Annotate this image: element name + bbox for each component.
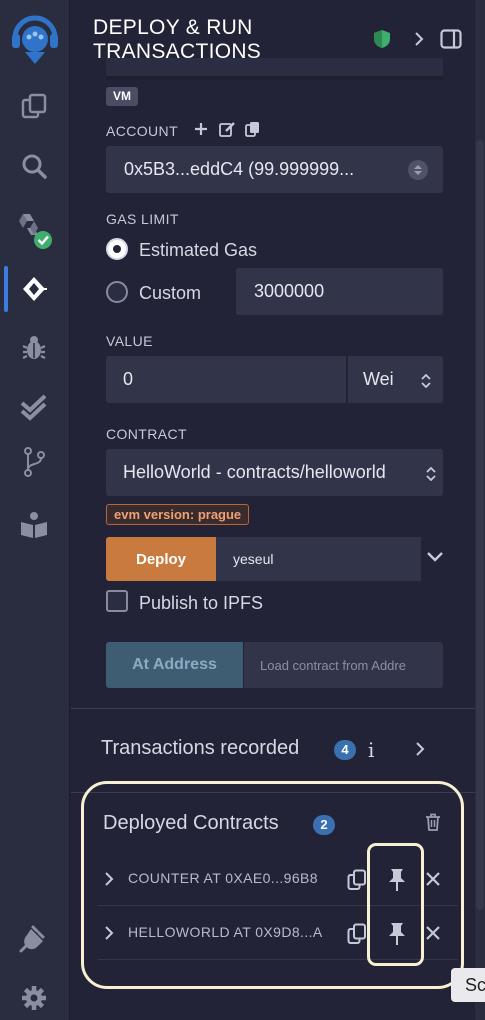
- icon-rail: [0, 0, 70, 1020]
- value-label: VALUE: [106, 333, 153, 349]
- tooltip: Sc: [451, 968, 485, 1002]
- add-account-icon[interactable]: [193, 121, 209, 142]
- gas-limit-label: GAS LIMIT: [106, 211, 179, 227]
- value-amount: 0: [123, 369, 134, 389]
- plugin-manager-icon[interactable]: [14, 918, 54, 958]
- custom-gas-label: Custom: [139, 283, 202, 303]
- git-icon[interactable]: [14, 442, 54, 482]
- contract-label: CONTRACT: [106, 426, 187, 442]
- chevron-right-icon[interactable]: [104, 925, 114, 946]
- file-explorer-icon[interactable]: [14, 86, 54, 126]
- active-indicator: [4, 266, 8, 312]
- contract-dropdown-icon: [426, 465, 436, 486]
- transactions-count-badge: 4: [334, 740, 356, 760]
- solidity-compiler-icon[interactable]: [14, 210, 54, 250]
- panel-title-line1: DEPLOY & RUN: [93, 16, 253, 39]
- deploy-args-value: yeseul: [233, 551, 274, 567]
- account-dropdown-icon: [408, 160, 428, 180]
- at-address-placeholder: Load contract from Addre: [260, 657, 406, 673]
- deployed-contract-row[interactable]: COUNTER AT 0XAE0...96B8: [98, 854, 458, 906]
- estimated-gas-radio[interactable]: [106, 238, 128, 260]
- publish-ipfs-checkbox[interactable]: [106, 590, 128, 612]
- trash-icon[interactable]: [425, 813, 441, 836]
- value-unit-select[interactable]: Wei: [348, 356, 443, 403]
- contract-select[interactable]: HelloWorld - contracts/helloworld: [106, 449, 443, 496]
- contract-name: HELLOWORLD AT 0X9D8...A: [128, 924, 323, 940]
- pin-icon[interactable]: [387, 868, 407, 897]
- deployed-count-badge: 2: [313, 815, 335, 835]
- edit-account-icon[interactable]: [219, 121, 236, 142]
- shield-icon[interactable]: [371, 28, 393, 50]
- deploy-expand-icon[interactable]: [426, 550, 444, 569]
- custom-gas-value: 3000000: [254, 281, 325, 301]
- info-icon[interactable]: i: [368, 738, 374, 762]
- chevron-right-icon[interactable]: [408, 28, 430, 50]
- deploy-run-panel: DEPLOY & RUN TRANSACTIONS VM ACCOUNT 0x5…: [71, 0, 475, 1020]
- close-icon[interactable]: [425, 925, 441, 946]
- chevron-right-icon[interactable]: [104, 871, 114, 892]
- environment-select[interactable]: [106, 58, 443, 80]
- testing-icon[interactable]: [14, 388, 54, 428]
- estimated-gas-label: Estimated Gas: [139, 240, 258, 260]
- value-input[interactable]: 0: [106, 356, 346, 403]
- deploy-args-input[interactable]: yeseul: [216, 537, 421, 581]
- learn-icon[interactable]: [14, 505, 54, 545]
- at-address-button[interactable]: At Address: [106, 642, 243, 688]
- remix-logo-icon[interactable]: [8, 12, 62, 66]
- vm-badge: VM: [106, 87, 138, 106]
- contract-name: COUNTER AT 0XAE0...96B8: [128, 870, 318, 886]
- divider: [71, 792, 475, 793]
- copy-address-icon[interactable]: [347, 923, 367, 950]
- account-value: 0x5B3...eddC4 (99.999999...: [124, 159, 355, 179]
- value-unit: Wei: [363, 369, 394, 389]
- close-icon[interactable]: [425, 871, 441, 892]
- publish-ipfs-label: Publish to IPFS: [139, 593, 264, 613]
- transactions-recorded-label[interactable]: Transactions recorded: [101, 737, 299, 760]
- deployed-contracts-label: Deployed Contracts: [103, 812, 279, 834]
- panel-toggle-icon[interactable]: [440, 28, 462, 50]
- scrollbar-thumb[interactable]: [476, 140, 484, 910]
- account-select[interactable]: 0x5B3...eddC4 (99.999999...: [106, 146, 443, 193]
- pin-icon[interactable]: [387, 922, 407, 951]
- deploy-run-icon[interactable]: [14, 269, 54, 309]
- copy-address-icon[interactable]: [347, 869, 367, 896]
- custom-gas-radio[interactable]: [106, 281, 128, 303]
- deploy-button[interactable]: Deploy: [106, 537, 216, 581]
- transactions-expand-icon[interactable]: [414, 741, 426, 762]
- unit-dropdown-icon: [421, 372, 431, 393]
- debugger-icon[interactable]: [14, 328, 54, 368]
- custom-gas-input[interactable]: 3000000: [236, 268, 443, 315]
- evm-version-badge: evm version: prague: [106, 504, 250, 525]
- search-icon[interactable]: [14, 146, 54, 186]
- divider: [71, 708, 475, 709]
- contract-selected: HelloWorld - contracts/helloworld: [123, 462, 386, 482]
- panel-title: DEPLOY & RUN TRANSACTIONS: [93, 16, 333, 64]
- account-label: ACCOUNT: [106, 123, 179, 139]
- settings-icon[interactable]: [14, 978, 54, 1018]
- copy-account-icon[interactable]: [245, 121, 260, 142]
- at-address-input[interactable]: Load contract from Addre: [244, 642, 443, 688]
- deployed-contract-row[interactable]: HELLOWORLD AT 0X9D8...A: [98, 908, 458, 960]
